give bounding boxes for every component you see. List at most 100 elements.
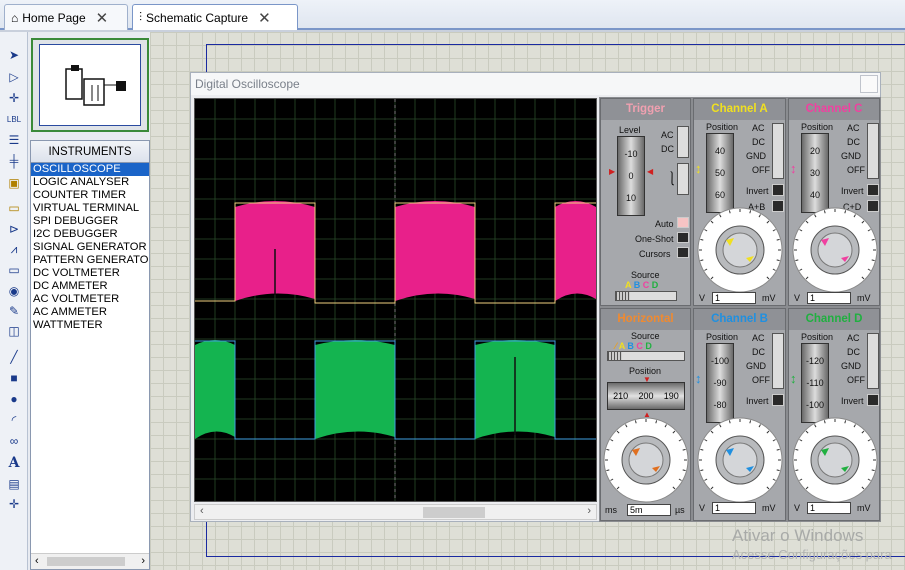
tab-schematic-capture[interactable]: ⫶ Schematic Capture ✕ xyxy=(132,4,298,30)
close-icon[interactable]: ✕ xyxy=(96,9,109,27)
coupling-dc-label: DC xyxy=(661,144,674,154)
coupling-label: GND xyxy=(746,361,766,371)
circle-icon[interactable]: ● xyxy=(3,390,25,408)
wire-label-icon[interactable]: LBL xyxy=(3,110,25,128)
invert-toggle[interactable] xyxy=(867,394,879,406)
generator-icon[interactable]: ◉ xyxy=(3,282,25,300)
tape-recorder-icon[interactable]: ▭ xyxy=(3,261,25,279)
horizontal-scrollbar[interactable]: ‹ › xyxy=(194,504,597,520)
invert-toggle[interactable] xyxy=(867,184,879,196)
windows-activation-watermark: Ativar o Windows xyxy=(732,526,864,545)
junction-dot-icon[interactable]: ✛ xyxy=(3,89,25,107)
volts-field[interactable]: 1 xyxy=(712,292,756,304)
coupling-label: OFF xyxy=(752,165,770,175)
position-drum[interactable]: -100 -90 -80 xyxy=(706,343,734,423)
channel-title: Channel A xyxy=(694,99,785,120)
position-drum[interactable]: -120 -110 -100 xyxy=(801,343,829,423)
volts-per-div-dial[interactable] xyxy=(697,417,783,503)
coupling-switch[interactable] xyxy=(772,333,784,389)
list-item[interactable]: SIGNAL GENERATOR xyxy=(31,241,149,254)
volts-knob[interactable] xyxy=(697,417,783,503)
scrollbar-thumb[interactable] xyxy=(47,557,125,566)
list-item[interactable]: AC AMMETER xyxy=(31,306,149,319)
chevron-right-icon[interactable]: › xyxy=(141,555,145,567)
timebase-dial[interactable] xyxy=(603,417,689,503)
volts-field[interactable]: 1 xyxy=(807,502,851,514)
cursors-toggle[interactable] xyxy=(677,247,689,258)
coupling-label: AC xyxy=(752,333,765,343)
list-item[interactable]: DC AMMETER xyxy=(31,280,149,293)
position-drum[interactable]: 40 50 60 xyxy=(706,133,734,213)
volts-per-div-dial[interactable] xyxy=(697,207,783,293)
source-c: C xyxy=(636,341,643,351)
volts-field[interactable]: 1 xyxy=(712,502,756,514)
marker-icon[interactable]: ✛ xyxy=(3,495,25,513)
volts-per-div-dial[interactable] xyxy=(792,417,878,503)
tab-home-page[interactable]: ⌂ Home Page ✕ xyxy=(4,4,128,30)
coupling-switch[interactable] xyxy=(867,123,879,179)
level-marker-icon: ◀ xyxy=(647,167,654,176)
device-pins-icon[interactable]: ⊳ xyxy=(3,220,25,238)
list-item[interactable]: DC VOLTMETER xyxy=(31,267,149,280)
close-button[interactable] xyxy=(860,75,878,93)
scrollbar-thumb[interactable] xyxy=(423,507,485,518)
coupling-switch[interactable] xyxy=(867,333,879,389)
arc-icon[interactable]: ◜ xyxy=(3,411,25,429)
invert-toggle[interactable] xyxy=(772,394,784,406)
drum-value: 60 xyxy=(714,190,725,200)
instruments-list-panel: INSTRUMENTS OSCILLOSCOPE LOGIC ANALYSER CO… xyxy=(30,140,150,570)
component-mode-icon[interactable]: ▷ xyxy=(3,68,25,86)
horizontal-scrollbar[interactable]: ‹ › xyxy=(31,553,149,569)
coupling-label: GND xyxy=(746,151,766,161)
list-item[interactable]: COUNTER TIMER xyxy=(31,189,149,202)
list-item[interactable]: LOGIC ANALYSER xyxy=(31,176,149,189)
coupling-switch[interactable] xyxy=(677,126,689,158)
list-item[interactable]: SPI DEBUGGER xyxy=(31,215,149,228)
auto-toggle[interactable] xyxy=(677,217,689,228)
list-item[interactable]: AC VOLTMETER xyxy=(31,293,149,306)
chevron-left-icon[interactable]: ‹ xyxy=(35,555,39,567)
volts-knob[interactable] xyxy=(792,207,878,293)
position-drum[interactable]: 210 200 190 xyxy=(607,382,685,410)
level-drum[interactable]: -10 0 10 xyxy=(617,136,645,216)
one-shot-toggle[interactable] xyxy=(677,232,689,243)
line-icon[interactable]: ╱ xyxy=(3,348,25,366)
terminals-icon[interactable]: ▭ xyxy=(3,199,25,217)
volts-knob[interactable] xyxy=(697,207,783,293)
chevron-left-icon[interactable]: ‹ xyxy=(200,505,204,517)
list-item[interactable]: I2C DEBUGGER xyxy=(31,228,149,241)
trigger-title: Trigger xyxy=(601,99,690,120)
list-item[interactable]: OSCILLOSCOPE xyxy=(31,163,149,176)
symbol-icon[interactable]: ▤ xyxy=(3,475,25,493)
text-script-icon[interactable]: ☰ xyxy=(3,131,25,149)
coupling-switch[interactable] xyxy=(772,123,784,179)
volts-field[interactable]: 1 xyxy=(807,292,851,304)
volts-knob[interactable] xyxy=(792,417,878,503)
coupling-label: DC xyxy=(847,347,860,357)
list-item[interactable]: VIRTUAL TERMINAL xyxy=(31,202,149,215)
knob-cap xyxy=(722,442,758,478)
voltage-probe-icon[interactable]: ✎ xyxy=(3,302,25,320)
chevron-right-icon[interactable]: › xyxy=(587,505,591,517)
close-icon[interactable]: ✕ xyxy=(258,9,271,27)
invert-toggle[interactable] xyxy=(772,184,784,196)
virtual-instruments-icon[interactable]: ◫ xyxy=(3,322,25,340)
timebase-knob[interactable] xyxy=(603,417,689,503)
source-slider[interactable] xyxy=(615,291,677,301)
text-icon[interactable]: A xyxy=(3,454,25,472)
box-icon[interactable]: ■ xyxy=(3,369,25,387)
overview-preview[interactable] xyxy=(31,38,149,132)
selection-pointer-icon[interactable]: ➤ xyxy=(3,46,25,64)
source-slider[interactable] xyxy=(607,351,685,361)
subcircuit-icon[interactable]: ▣ xyxy=(3,174,25,192)
path-icon[interactable]: ∞ xyxy=(3,432,25,450)
edge-switch[interactable] xyxy=(677,163,689,195)
drum-value: 190 xyxy=(663,391,679,401)
list-item[interactable]: WATTMETER xyxy=(31,319,149,332)
graph-icon[interactable]: ⩘ xyxy=(3,240,25,258)
list-item[interactable]: PATTERN GENERATO xyxy=(31,254,149,267)
position-drum[interactable]: 20 30 40 xyxy=(801,133,829,213)
bus-icon[interactable]: ╪ xyxy=(3,152,25,170)
volts-per-div-dial[interactable] xyxy=(792,207,878,293)
timebase-field[interactable]: 5m xyxy=(627,504,671,516)
